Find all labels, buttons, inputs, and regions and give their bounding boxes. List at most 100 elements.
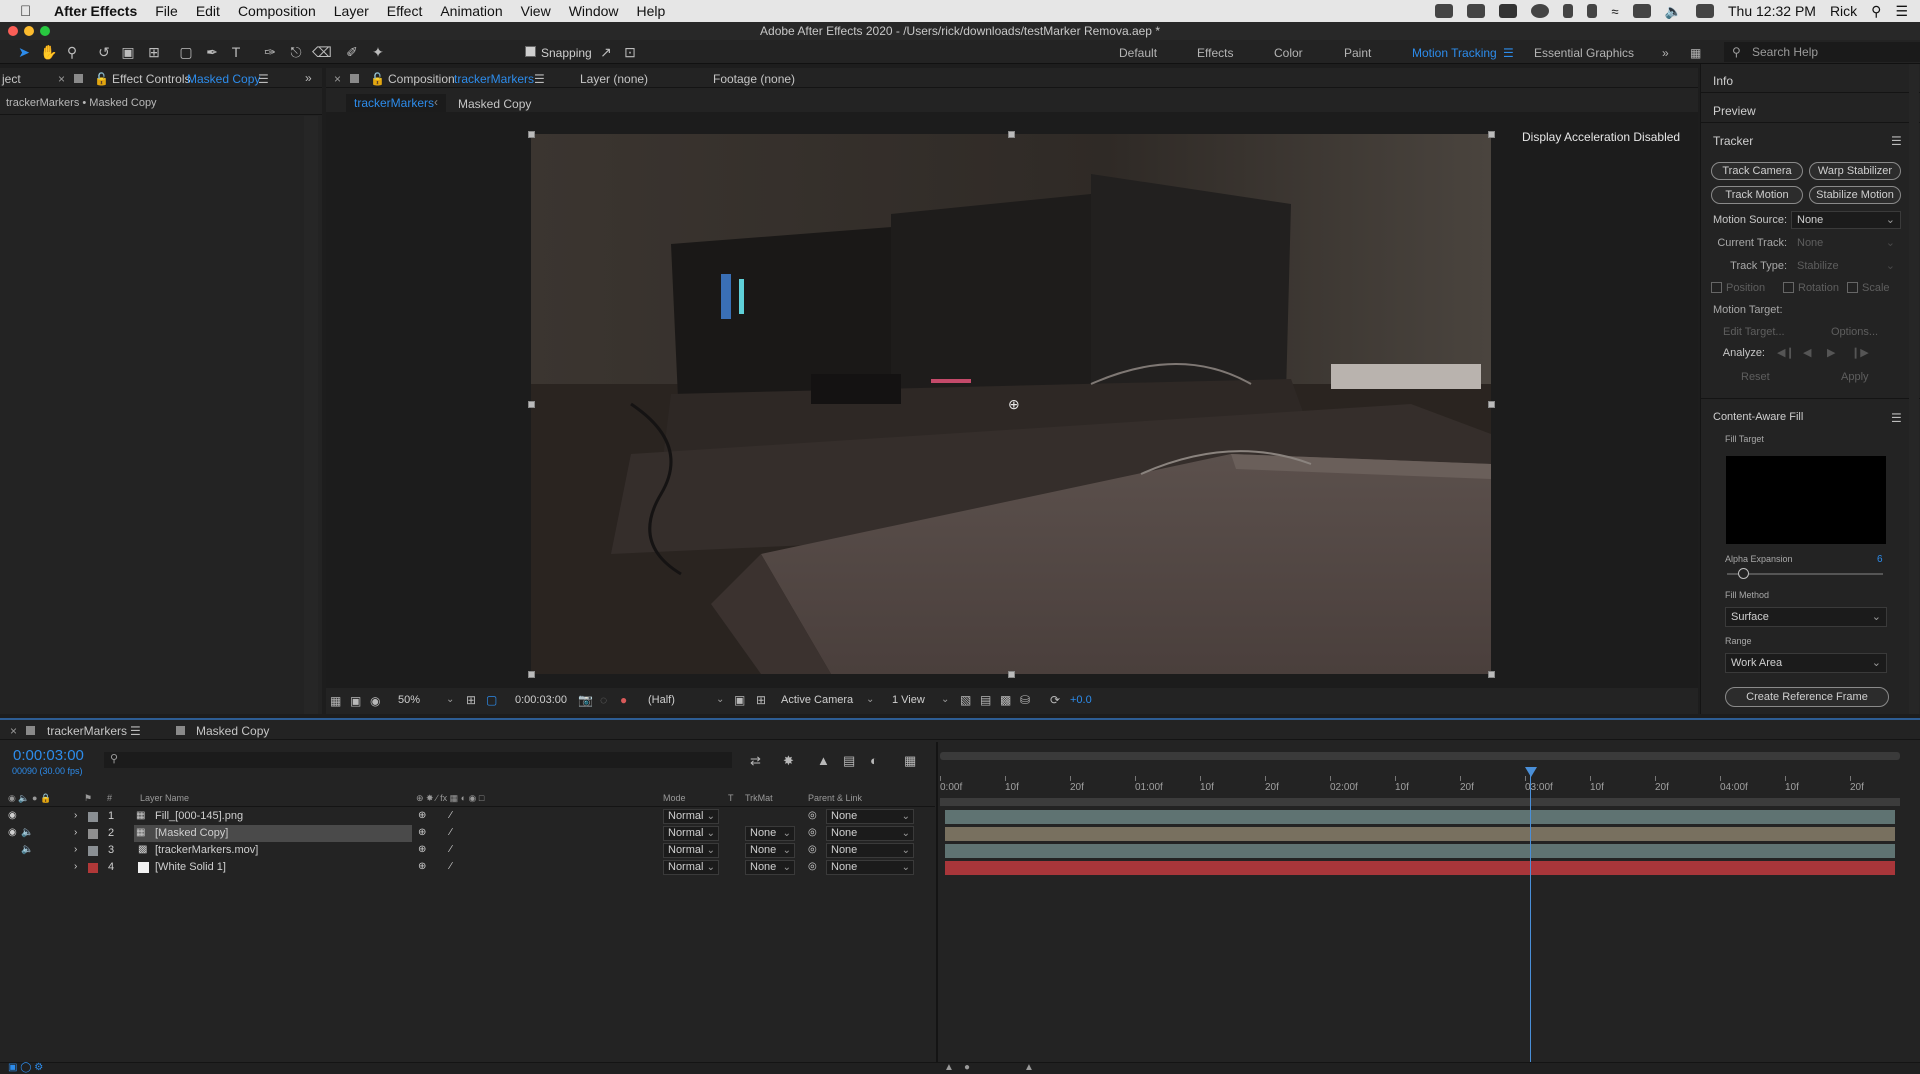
zoom-out-icon[interactable]: ▲ — [944, 1062, 954, 1073]
menu-file[interactable]: File — [155, 3, 178, 19]
motion-source-dropdown[interactable]: None ⌄ — [1791, 211, 1901, 229]
edit-target-button[interactable]: Edit Target... — [1723, 326, 1785, 338]
menu-layer[interactable]: Layer — [334, 3, 369, 19]
eraser-tool-icon[interactable]: ⌫ — [312, 44, 332, 60]
quality-switch-icon[interactable]: ∕ — [450, 810, 452, 821]
shy-switch-icon[interactable]: ⊕ — [418, 827, 426, 838]
panel-menu-icon[interactable]: ☰ — [130, 724, 141, 738]
toggle-switches-icon[interactable]: ▣ ◯ ⚙ — [8, 1062, 43, 1073]
layer-bar-1[interactable] — [945, 810, 1895, 824]
snapshot-icon[interactable]: 📷 — [578, 693, 593, 707]
wifi-icon[interactable]: ≈ — [1611, 4, 1618, 19]
zoom-in-icon[interactable]: ▲ — [1024, 1062, 1034, 1073]
label-color-swatch[interactable] — [88, 829, 98, 839]
tracker-panel-header[interactable]: Tracker — [1713, 134, 1753, 148]
shy-layers-icon[interactable]: ▲ — [817, 753, 830, 768]
analyze-forward-icon[interactable]: ▶ — [1827, 346, 1835, 359]
layer-search-input[interactable]: ⚲ — [104, 752, 732, 768]
expand-arrow-icon[interactable]: › — [74, 844, 77, 855]
brush-tool-icon[interactable]: ✑ — [262, 44, 278, 60]
alpha-expansion-value[interactable]: 6 — [1877, 554, 1883, 565]
frame-handle[interactable] — [528, 401, 535, 408]
parent-dropdown[interactable]: None ⌄ — [826, 809, 914, 824]
audio-toggle-icon[interactable]: 🔈 — [21, 827, 33, 838]
panel-menu-icon[interactable]: ☰ — [258, 72, 269, 86]
audio-toggle-icon[interactable]: 🔈 — [21, 844, 33, 855]
expand-arrow-icon[interactable]: › — [74, 861, 77, 872]
zoom-dropdown[interactable]: 50% — [398, 694, 420, 706]
camera-tool-icon[interactable]: ▣ — [120, 44, 136, 60]
layer-name[interactable]: Fill_[000-145].png — [155, 810, 243, 822]
comp-mini-flowchart-icon[interactable]: ⇄ — [750, 753, 761, 769]
layer-name[interactable]: [White Solid 1] — [155, 861, 226, 873]
layer-name-header[interactable]: Layer Name — [140, 793, 189, 803]
alpha-expansion-slider-handle[interactable] — [1738, 568, 1749, 579]
scale-checkbox[interactable] — [1847, 282, 1858, 293]
apply-button[interactable]: Apply — [1841, 371, 1869, 383]
camera-icon[interactable] — [1435, 4, 1454, 18]
tracker-menu-icon[interactable]: ☰ — [1891, 134, 1902, 148]
layer-name[interactable]: [trackerMarkers.mov] — [155, 844, 258, 856]
label-color-swatch[interactable] — [88, 846, 98, 856]
layer-bar-3[interactable] — [945, 844, 1895, 858]
current-track-dropdown[interactable]: None ⌄ — [1791, 234, 1901, 252]
hand-tool-icon[interactable]: ✋ — [40, 44, 57, 60]
show-snapshot-icon[interactable]: ◌ — [600, 693, 607, 707]
channel-icon[interactable]: ● — [620, 693, 627, 707]
zoom-slider-handle[interactable]: ● — [964, 1062, 970, 1073]
analyze-forward-one-icon[interactable]: ❙▶ — [1851, 346, 1869, 359]
flowchart-icon[interactable]: ⛁ — [1020, 693, 1030, 707]
lock-icon[interactable]: 🔓 — [370, 72, 385, 86]
tab-composition[interactable]: Composition — [388, 72, 455, 86]
workspace-essential-graphics[interactable]: Essential Graphics — [1534, 46, 1634, 60]
breadcrumb-active[interactable]: trackerMarkers ‹ — [346, 94, 446, 112]
frame-handle[interactable] — [1488, 131, 1495, 138]
display-icon[interactable] — [1632, 4, 1651, 18]
blend-mode-dropdown[interactable]: Normal ⌄ — [663, 826, 719, 841]
battery-icon[interactable] — [1563, 4, 1574, 18]
analyze-backward-icon[interactable]: ◀ — [1803, 346, 1811, 359]
toggle-pixel-aspect-icon[interactable]: ▧ — [960, 693, 971, 707]
reset-exposure-icon[interactable]: ⟳ — [1050, 693, 1060, 707]
work-area-bar[interactable] — [940, 798, 1900, 806]
snap-edges-icon[interactable]: ↗ — [598, 44, 614, 60]
trkmat-dropdown[interactable]: None ⌄ — [745, 826, 795, 841]
pen-tool-icon[interactable]: ✒ — [204, 44, 220, 60]
time-ruler[interactable]: 0:00f 10f 20f 01:00f 10f 20f 02:00f 10f 20f 03:00… — [940, 776, 1900, 796]
snapping-checkbox[interactable] — [525, 46, 536, 57]
position-checkbox[interactable] — [1711, 282, 1722, 293]
shy-switch-icon[interactable]: ⊕ — [418, 844, 426, 855]
user-name[interactable]: Rick — [1830, 3, 1857, 19]
panel-menu-icon[interactable]: ☰ — [534, 72, 545, 86]
view-layout-dropdown[interactable]: 1 View — [892, 694, 925, 706]
scrollbar[interactable] — [1909, 64, 1919, 714]
range-dropdown[interactable]: Work Area ⌄ — [1725, 653, 1887, 673]
lock-icon[interactable]: 🔓 — [94, 72, 109, 86]
close-tab-icon[interactable]: × — [58, 72, 65, 86]
frame-handle[interactable] — [528, 131, 535, 138]
parent-dropdown[interactable]: None ⌄ — [826, 843, 914, 858]
workspace-default[interactable]: Default — [1119, 46, 1157, 60]
comp-frame[interactable]: ⊕ — [531, 134, 1491, 674]
warp-stabilizer-button[interactable]: Warp Stabilizer — [1809, 162, 1901, 180]
menu-edit[interactable]: Edit — [196, 3, 220, 19]
menu-animation[interactable]: Animation — [440, 3, 502, 19]
type-tool-icon[interactable]: T — [228, 44, 244, 60]
close-tab-icon[interactable]: × — [334, 72, 341, 86]
zoom-tool-icon[interactable]: ⚲ — [64, 44, 80, 60]
puppet-pin-tool-icon[interactable]: ✦ — [370, 44, 386, 60]
current-time-display[interactable]: 0:00:03:00 — [13, 747, 84, 764]
notification-icon[interactable]: ☰ — [1895, 3, 1908, 20]
dropbox-icon[interactable] — [1499, 4, 1518, 18]
blend-mode-dropdown[interactable]: Normal ⌄ — [663, 860, 719, 875]
workspace-menu-icon[interactable]: ☰ — [1503, 46, 1514, 60]
anchor-point-icon[interactable]: ⊕ — [1008, 396, 1020, 413]
menu-view[interactable]: View — [521, 3, 551, 19]
playhead-line[interactable] — [1530, 770, 1531, 1072]
pick-whip-icon[interactable]: ◎ — [808, 827, 817, 838]
pan-behind-tool-icon[interactable]: ⊞ — [146, 44, 162, 60]
selection-tool-icon[interactable]: ➤ — [16, 44, 32, 60]
workspace-paint[interactable]: Paint — [1344, 46, 1371, 60]
apple-icon[interactable]:  — [20, 3, 38, 20]
trkmat-dropdown[interactable]: None ⌄ — [745, 843, 795, 858]
